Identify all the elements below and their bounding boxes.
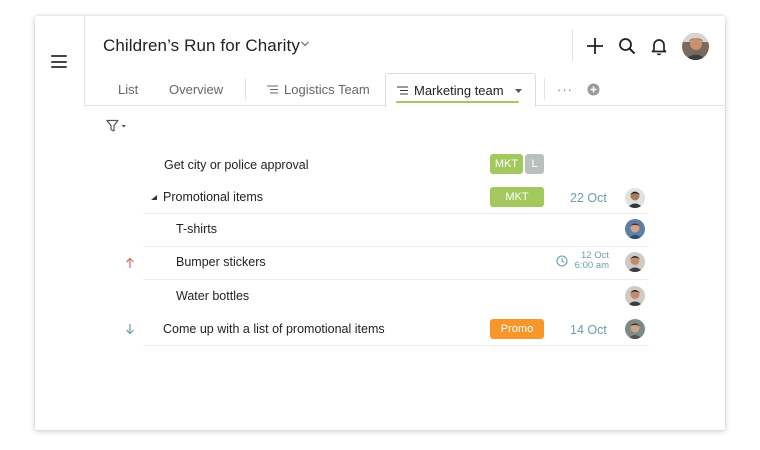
bell-icon[interactable] [648, 35, 670, 57]
subtask-row[interactable]: Water bottles [143, 280, 649, 313]
project-card: Children’s Run for Charity List Overview… [35, 16, 725, 430]
active-tab-indicator [396, 101, 519, 103]
caret-down-icon[interactable] [515, 89, 522, 94]
clock-icon [556, 255, 568, 267]
tag-mkt[interactable]: MKT [490, 154, 523, 174]
menu-icon[interactable] [51, 55, 67, 68]
tab-separator [544, 78, 545, 100]
list-icon [397, 86, 408, 95]
user-avatar[interactable] [682, 33, 709, 60]
due-date[interactable]: 14 Oct [570, 323, 607, 337]
priority-down-arrow-icon[interactable] [125, 323, 135, 335]
tab-overview[interactable]: Overview [169, 73, 223, 106]
due-date-time[interactable]: 12 Oct 6:00 am [571, 251, 609, 271]
due-date[interactable]: 22 Oct [570, 191, 607, 205]
tab-logistics-team[interactable]: Logistics Team [267, 73, 370, 106]
search-icon[interactable] [616, 35, 638, 57]
header-divider [572, 29, 573, 61]
list-icon [267, 85, 278, 94]
filter-icon [106, 119, 126, 132]
left-rail [35, 16, 85, 106]
tab-marketing-label: Marketing team [414, 83, 504, 98]
tab-separator [245, 78, 246, 100]
tag-mkt[interactable]: MKT [490, 187, 544, 207]
task-name[interactable]: Promotional items [163, 190, 263, 204]
chevron-down-icon[interactable] [299, 38, 311, 50]
task-name[interactable]: Water bottles [176, 289, 249, 303]
tag-promo[interactable]: Promo [490, 319, 544, 339]
collapse-triangle-icon[interactable] [151, 195, 157, 200]
more-tabs-button[interactable]: ··· [557, 73, 573, 106]
task-name[interactable]: Bumper stickers [176, 255, 266, 269]
task-row[interactable]: Promotional items MKT 22 Oct [143, 181, 649, 214]
subtask-row[interactable]: T-shirts [143, 214, 649, 247]
task-row[interactable]: Get city or police approval MKT L [143, 149, 649, 182]
assignee-avatar[interactable] [625, 319, 645, 339]
add-tab-icon[interactable] [587, 83, 600, 96]
view-tabs: List Overview Logistics Team Marketing t… [85, 73, 725, 107]
plus-icon[interactable] [584, 35, 606, 57]
due-time-line: 6:00 am [574, 260, 609, 271]
tab-marketing-team[interactable]: Marketing team [385, 73, 536, 107]
tab-logistics-label: Logistics Team [284, 82, 370, 97]
assignee-avatar[interactable] [625, 219, 645, 239]
task-name[interactable]: Come up with a list of promotional items [163, 322, 385, 336]
tab-list[interactable]: List [118, 73, 138, 106]
tag-l[interactable]: L [525, 154, 544, 174]
assignee-avatar[interactable] [625, 252, 645, 272]
assignee-avatar[interactable] [625, 286, 645, 306]
filter-button[interactable] [106, 119, 128, 138]
project-title[interactable]: Children’s Run for Charity [103, 36, 300, 56]
subtask-row[interactable]: Bumper stickers 12 Oct 6:00 am [126, 247, 649, 280]
task-name[interactable]: T-shirts [176, 222, 217, 236]
task-row[interactable]: Come up with a list of promotional items… [126, 313, 649, 346]
priority-up-arrow-icon[interactable] [125, 257, 135, 269]
task-name[interactable]: Get city or police approval [164, 158, 309, 172]
assignee-avatar[interactable] [625, 188, 645, 208]
